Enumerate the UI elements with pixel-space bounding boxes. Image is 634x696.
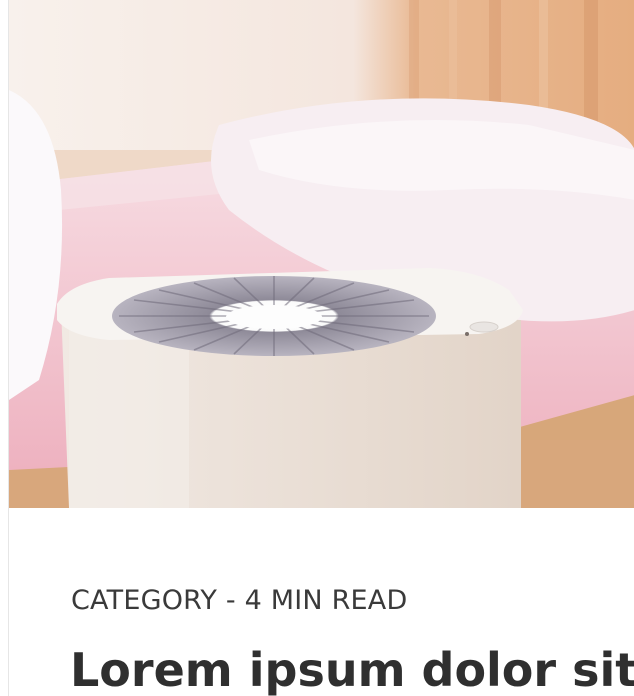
- air-purifier-photo: [9, 0, 634, 508]
- article-meta: CATEGORY - 4 MIN READ: [71, 585, 408, 616]
- article-hero-image[interactable]: [9, 0, 634, 508]
- article-title[interactable]: Lorem ipsum dolor sit a: [70, 642, 634, 696]
- article-card[interactable]: CATEGORY - 4 MIN READ Lorem ipsum dolor …: [8, 0, 634, 696]
